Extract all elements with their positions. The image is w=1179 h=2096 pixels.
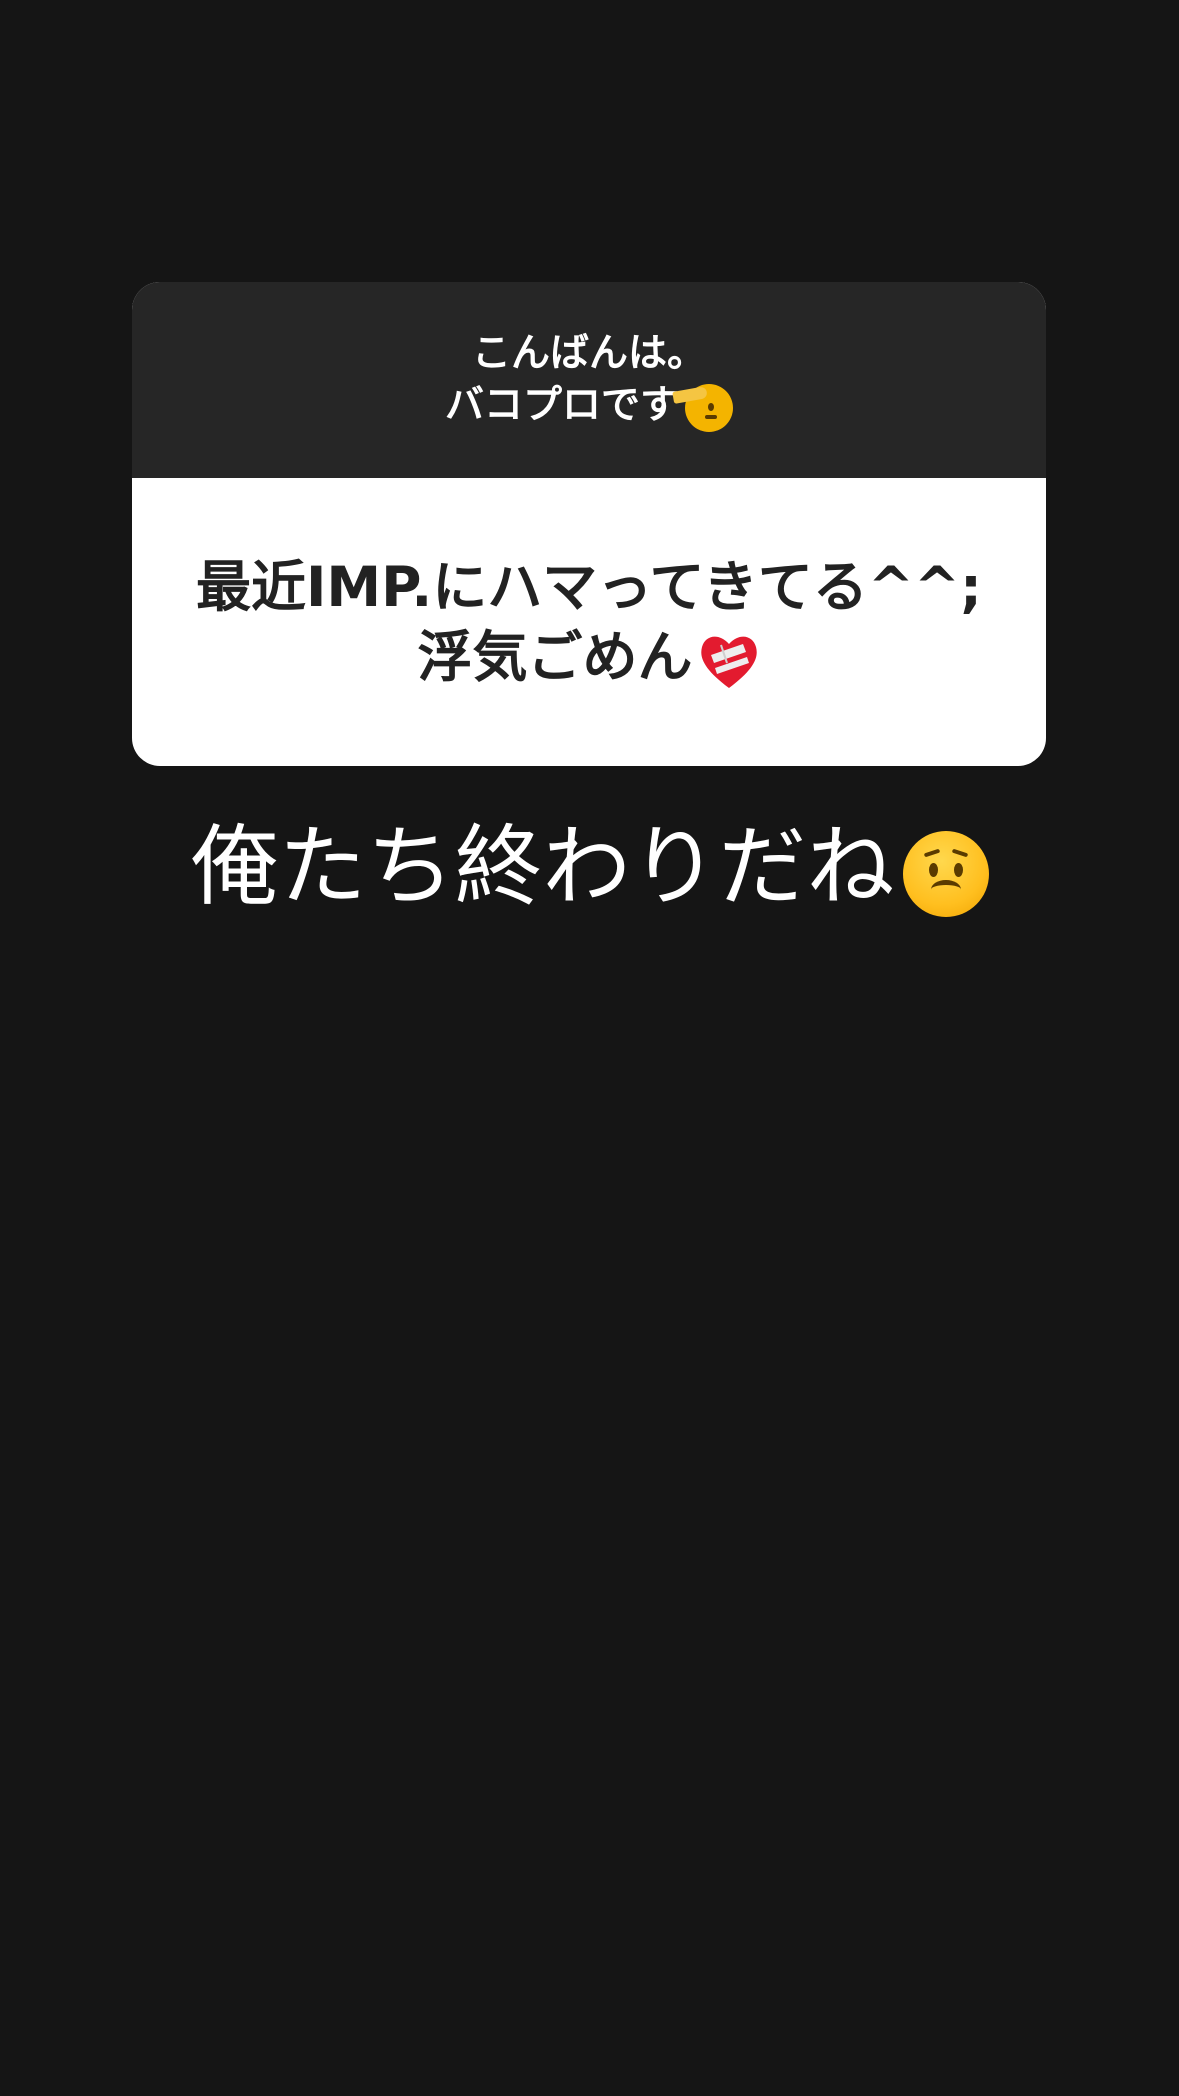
saluting-face-icon [672,383,733,432]
prompt-line-2-wrapper: バコプロです [445,380,733,432]
prompt-line-1: こんばんは。 [471,331,706,376]
worried-face-icon [902,831,989,918]
answer-line-2: 浮気ごめん [417,625,693,689]
prompt-line-2: バコプロです [444,383,679,428]
question-sticker-card[interactable]: こんばんは。 バコプロです 最近IMP.にハマってきてる^^; 浮気ごめん [132,282,1046,766]
reply-text: 俺たち終わりだね [190,815,895,918]
question-answer: 最近IMP.にハマってきてる^^; 浮気ごめん [132,478,1046,766]
story-reply-text: 俺たち終わりだね [0,812,1179,922]
mending-heart-icon [697,630,761,692]
answer-line-1: 最近IMP.にハマってきてる^^; [195,555,983,619]
question-prompt: こんばんは。 バコプロです [132,282,1046,478]
answer-line-2-wrapper: 浮気ごめん [417,622,760,692]
